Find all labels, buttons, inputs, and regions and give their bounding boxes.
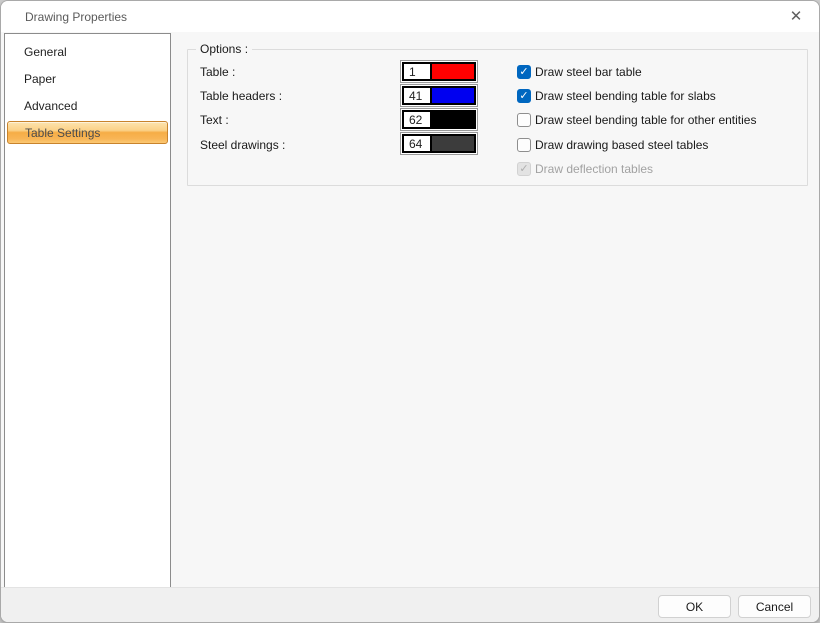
color-frame: 1 (402, 62, 476, 81)
checkbox-label: Draw steel bending table for slabs (535, 89, 716, 103)
checkbox-draw-steel-bending-table-slabs[interactable]: ✓ Draw steel bending table for slabs (517, 88, 716, 104)
text-color-label: Text : (200, 113, 229, 127)
color-index-value[interactable]: 41 (404, 88, 432, 103)
checkbox-draw-deflection-tables: ✓ Draw deflection tables (517, 161, 653, 177)
table-headers-color-control[interactable]: 41 (400, 84, 478, 107)
window-title: Drawing Properties (25, 9, 128, 24)
checkbox-icon: ✓ (517, 162, 531, 176)
color-index-value[interactable]: 62 (404, 112, 432, 127)
sidebar-nav: General Paper Advanced Table Settings (4, 33, 171, 588)
color-index-value[interactable]: 1 (404, 64, 432, 79)
checkbox-icon: ✓ (517, 113, 531, 127)
table-headers-color-label: Table headers : (200, 89, 283, 103)
text-color-control[interactable]: 62 (400, 108, 478, 131)
checkbox-draw-steel-bending-table-other[interactable]: ✓ Draw steel bending table for other ent… (517, 112, 756, 128)
titlebar: Drawing Properties ✕ (1, 1, 819, 32)
sidebar-item-label: Advanced (24, 98, 78, 113)
table-color-control[interactable]: 1 (400, 60, 478, 83)
color-frame: 41 (402, 86, 476, 105)
checkbox-label: Draw deflection tables (535, 162, 654, 176)
sidebar-item-table-settings[interactable]: Table Settings (7, 121, 168, 144)
sidebar-item-label: Table Settings (25, 125, 101, 140)
drawing-properties-dialog: Drawing Properties ✕ General Paper Advan… (0, 0, 820, 623)
color-frame: 62 (402, 110, 476, 129)
table-color-label: Table : (200, 65, 236, 79)
checkbox-draw-drawing-based-steel-tables[interactable]: ✓ Draw drawing based steel tables (517, 137, 708, 153)
checkbox-label: Draw drawing based steel tables (535, 138, 709, 152)
dialog-footer: OK Cancel (1, 587, 819, 622)
checkbox-label: Draw steel bar table (535, 65, 642, 79)
sidebar-item-paper[interactable]: Paper (5, 65, 170, 92)
steel-drawings-color-control[interactable]: 64 (400, 132, 478, 155)
sidebar-item-label: Paper (24, 71, 57, 86)
sidebar-item-general[interactable]: General (5, 38, 170, 65)
sidebar-item-label: General (24, 44, 67, 59)
color-swatch[interactable] (432, 136, 474, 151)
checkbox-icon: ✓ (517, 89, 531, 103)
checkbox-draw-steel-bar-table[interactable]: ✓ Draw steel bar table (517, 64, 642, 80)
cancel-button[interactable]: Cancel (738, 595, 811, 618)
steel-drawings-color-label: Steel drawings : (200, 138, 286, 152)
color-index-value[interactable]: 64 (404, 136, 432, 151)
color-swatch[interactable] (432, 112, 474, 127)
checkbox-label: Draw steel bending table for other entit… (535, 113, 757, 127)
color-swatch[interactable] (432, 64, 474, 79)
checkbox-icon: ✓ (517, 138, 531, 152)
color-frame: 64 (402, 134, 476, 153)
close-icon[interactable]: ✕ (779, 3, 813, 29)
options-groupbox-legend: Options : (196, 42, 253, 56)
color-swatch[interactable] (432, 88, 474, 103)
ok-button[interactable]: OK (658, 595, 731, 618)
sidebar-item-advanced[interactable]: Advanced (5, 92, 170, 119)
checkbox-icon: ✓ (517, 65, 531, 79)
